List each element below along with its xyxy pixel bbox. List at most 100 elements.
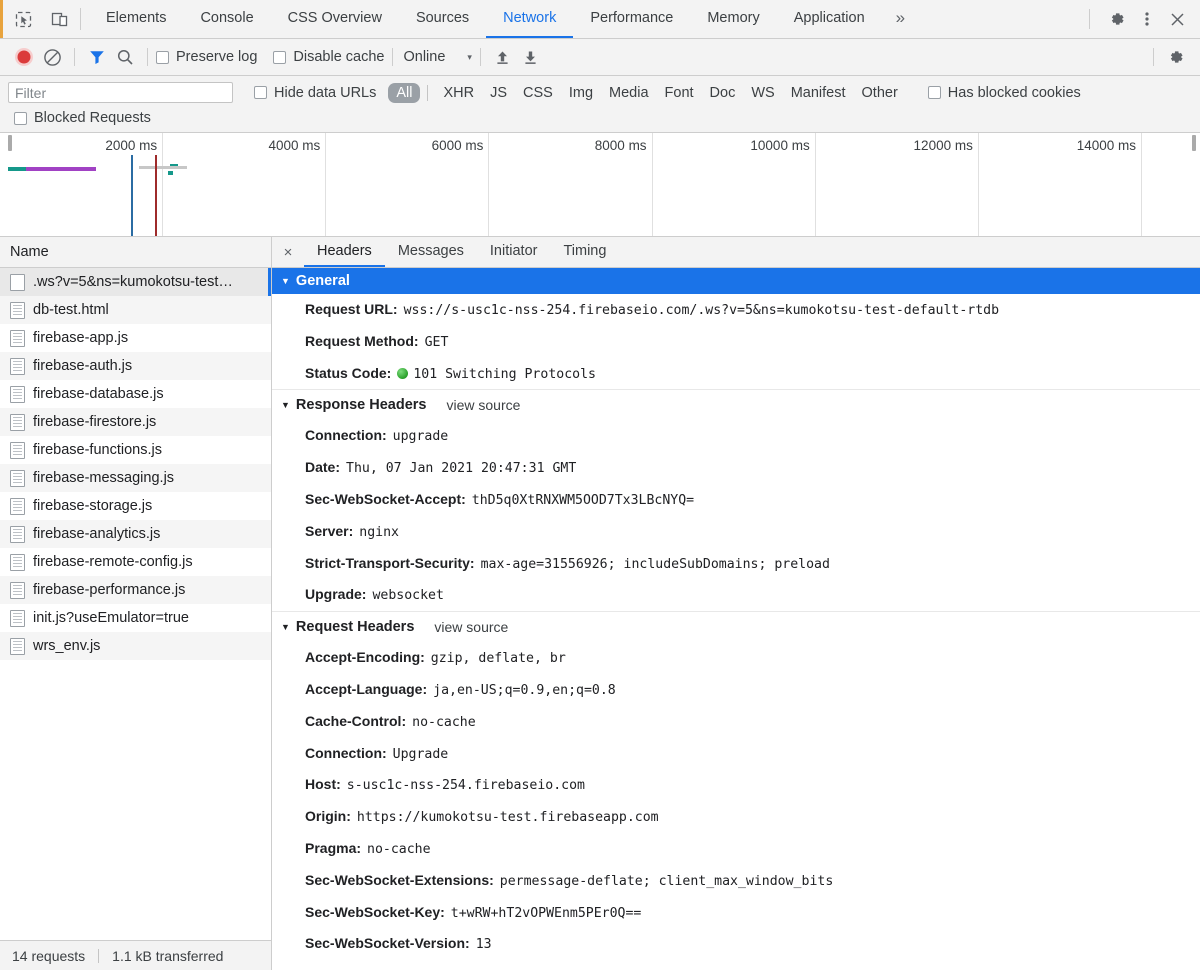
network-toolbar: Preserve log Disable cache Online ▾	[0, 39, 1200, 76]
network-status-bar: 14 requests 1.1 kB transferred	[0, 940, 271, 970]
type-filter-font[interactable]: Font	[657, 83, 702, 103]
disable-cache-checkbox[interactable]: Disable cache	[273, 49, 384, 65]
network-overview-timeline[interactable]: 2000 ms 4000 ms 6000 ms 8000 ms 10000 ms…	[0, 133, 1200, 237]
request-row[interactable]: firebase-messaging.js	[0, 464, 271, 492]
has-blocked-cookies-checkbox[interactable]: Has blocked cookies	[927, 85, 1081, 101]
overview-tick-label: 6000 ms	[431, 138, 484, 153]
request-row[interactable]: firebase-app.js	[0, 324, 271, 352]
header-name: Pragma:	[305, 839, 362, 856]
has-blocked-cookies-box[interactable]	[927, 86, 941, 99]
request-row[interactable]: db-test.html	[0, 296, 271, 324]
tab-network[interactable]: Network	[486, 0, 574, 38]
headers-section-title[interactable]: ▼ General	[272, 268, 1200, 294]
header-row: Date: Thu, 07 Jan 2021 20:47:31 GMT	[272, 452, 1200, 484]
record-button[interactable]	[10, 43, 38, 71]
header-name: Server:	[305, 522, 354, 539]
request-row[interactable]: firebase-storage.js	[0, 492, 271, 520]
request-name: firebase-remote-config.js	[33, 554, 193, 570]
type-filter-all[interactable]: All	[388, 82, 421, 103]
hide-data-urls-checkbox[interactable]: Hide data URLs	[254, 85, 376, 101]
import-har-icon[interactable]	[489, 43, 517, 71]
view-source-link[interactable]: view source	[434, 619, 508, 635]
more-tabs-button[interactable]: »	[882, 0, 919, 38]
type-filter-js[interactable]: JS	[482, 83, 515, 103]
request-row[interactable]: firebase-database.js	[0, 380, 271, 408]
request-row[interactable]: firebase-functions.js	[0, 436, 271, 464]
search-icon[interactable]	[111, 43, 139, 71]
export-har-icon[interactable]	[517, 43, 545, 71]
request-count: 14 requests	[12, 947, 86, 964]
blocked-requests-checkbox[interactable]: Blocked Requests	[14, 110, 151, 126]
overview-tick-label: 10000 ms	[750, 138, 810, 153]
device-toolbar-icon[interactable]	[46, 6, 72, 32]
clear-button[interactable]	[38, 43, 66, 71]
settings-gear-icon[interactable]	[1104, 6, 1130, 32]
overview-right-handle[interactable]	[1191, 135, 1196, 151]
request-name: firebase-storage.js	[33, 498, 153, 514]
tab-application[interactable]: Application	[777, 0, 882, 38]
request-list[interactable]: .ws?v=5&ns=kumokotsu-test… db-test.html fi…	[0, 268, 271, 940]
close-detail-icon[interactable]: ×	[272, 237, 304, 267]
tab-performance[interactable]: Performance	[573, 0, 690, 38]
detail-tab-headers[interactable]: Headers	[304, 237, 385, 267]
hide-data-urls-box[interactable]	[254, 86, 267, 99]
throttling-dropdown[interactable]: Online ▾	[401, 49, 471, 65]
detail-tab-timing[interactable]: Timing	[550, 237, 619, 267]
type-filter-other[interactable]: Other	[854, 83, 906, 103]
tab-sources[interactable]: Sources	[399, 0, 486, 38]
detail-tabbar: × Headers Messages Initiator Timing	[272, 237, 1200, 268]
detail-tab-initiator[interactable]: Initiator	[477, 237, 551, 267]
headers-content[interactable]: ▼ General Request URL: wss://s-usc1c-nss-25…	[272, 268, 1200, 970]
type-filter-img[interactable]: Img	[561, 83, 601, 103]
type-filter-manifest[interactable]: Manifest	[783, 83, 854, 103]
header-name: Accept-Language:	[305, 680, 428, 697]
request-row[interactable]: firebase-performance.js	[0, 576, 271, 604]
overview-segment: 8000 ms	[489, 133, 653, 236]
type-filter-media[interactable]: Media	[601, 83, 657, 103]
tab-elements[interactable]: Elements	[89, 0, 183, 38]
tab-memory[interactable]: Memory	[690, 0, 776, 38]
close-devtools-icon[interactable]	[1164, 6, 1190, 32]
filter-toggle-icon[interactable]	[83, 43, 111, 71]
network-settings-gear-icon[interactable]	[1162, 43, 1190, 71]
request-row[interactable]: .ws?v=5&ns=kumokotsu-test…	[0, 268, 271, 296]
overview-request-bar	[26, 167, 96, 171]
overview-left-handle[interactable]	[8, 135, 12, 151]
header-name: Sec-WebSocket-Version:	[305, 935, 470, 952]
view-source-link[interactable]: view source	[446, 397, 520, 413]
headers-section-title[interactable]: ▼ Response Headers view source	[272, 389, 1200, 420]
request-row[interactable]: firebase-auth.js	[0, 352, 271, 380]
tabbar-divider	[80, 8, 81, 30]
filter-input[interactable]	[8, 82, 233, 103]
preserve-log-checkbox[interactable]: Preserve log	[156, 49, 257, 65]
type-filter-doc[interactable]: Doc	[702, 83, 744, 103]
request-row[interactable]: firebase-firestore.js	[0, 408, 271, 436]
overview-tick-label: 8000 ms	[594, 138, 647, 153]
request-row[interactable]: firebase-analytics.js	[0, 520, 271, 548]
hide-data-urls-label: Hide data URLs	[274, 84, 377, 101]
header-value: ja,en-US;q=0.9,en;q=0.8	[433, 682, 616, 698]
tab-css-overview[interactable]: CSS Overview	[271, 0, 399, 38]
more-vertical-icon[interactable]	[1134, 6, 1160, 32]
type-filter-xhr[interactable]: XHR	[435, 83, 482, 103]
request-row[interactable]: firebase-remote-config.js	[0, 548, 271, 576]
headers-section-title[interactable]: ▼ Request Headers view source	[272, 611, 1200, 642]
tab-console[interactable]: Console	[183, 0, 270, 38]
blocked-requests-box[interactable]	[14, 111, 27, 125]
header-name: Sec-WebSocket-Extensions:	[305, 871, 494, 888]
inspect-element-icon[interactable]	[10, 6, 36, 32]
header-value: 13	[475, 937, 492, 953]
status-divider	[98, 948, 100, 963]
overview-segment: 12000 ms	[816, 133, 979, 236]
type-filter-ws[interactable]: WS	[743, 83, 782, 103]
header-value: no-cache	[367, 841, 431, 857]
request-row[interactable]: wrs_env.js	[0, 632, 271, 660]
request-list-header[interactable]: Name	[0, 237, 271, 268]
detail-tab-messages[interactable]: Messages	[385, 237, 477, 267]
request-row[interactable]: init.js?useEmulator=true	[0, 604, 271, 632]
toolbar-divider-3	[392, 48, 394, 66]
header-row: Server: nginx	[272, 516, 1200, 548]
type-filter-css[interactable]: CSS	[515, 83, 561, 103]
preserve-log-box[interactable]	[156, 50, 169, 64]
disable-cache-box[interactable]	[273, 50, 287, 64]
